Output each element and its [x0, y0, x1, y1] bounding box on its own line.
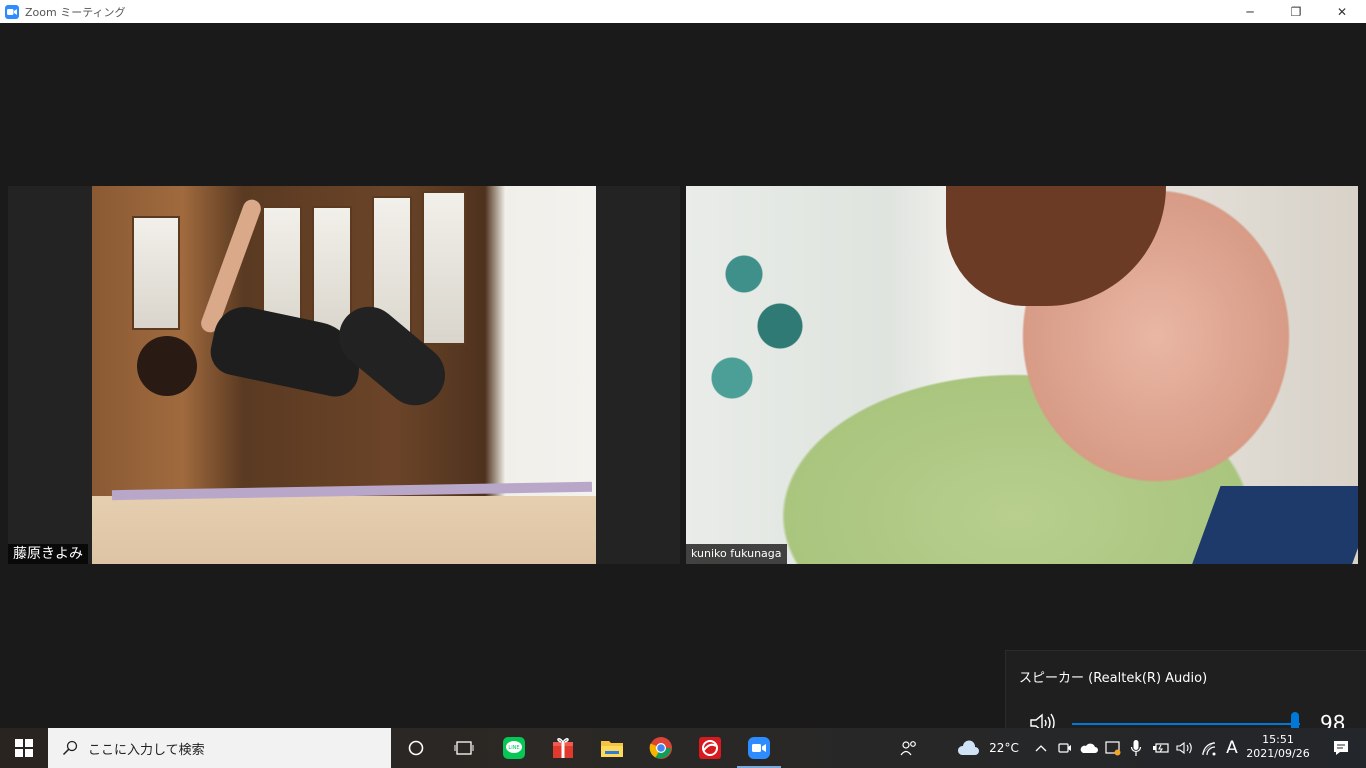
volume-tray-icon[interactable]	[1174, 728, 1196, 768]
wifi-icon[interactable]	[1198, 728, 1220, 768]
file-explorer-icon	[601, 741, 623, 757]
participant-tile[interactable]: kuniko fukunaga	[686, 186, 1358, 564]
yoga-mat	[1191, 486, 1358, 564]
security-tray-icon[interactable]	[1102, 728, 1124, 768]
person-head	[137, 336, 197, 396]
meeting-gallery: 藤原きよみ kuniko fukunaga スピーカー (Realtek(R) …	[0, 23, 1366, 752]
task-view-button[interactable]	[440, 728, 488, 768]
trend-micro-button[interactable]	[686, 728, 734, 768]
chrome-icon	[649, 737, 672, 759]
line-app-button[interactable]: LINE	[490, 728, 538, 768]
zoom-app-icon	[5, 4, 19, 19]
clock-date: 2021/09/26	[1246, 747, 1310, 760]
person-hair	[946, 186, 1166, 306]
line-icon: LINE	[503, 737, 525, 759]
restore-button[interactable]: ❐	[1273, 0, 1319, 23]
battery-icon[interactable]	[1150, 728, 1172, 768]
door-panel	[422, 191, 466, 345]
meet-now-icon[interactable]	[1055, 728, 1075, 768]
chrome-button[interactable]	[637, 728, 685, 768]
onedrive-icon[interactable]	[1078, 728, 1100, 768]
notification-icon	[1334, 741, 1348, 755]
search-placeholder: ここに入力して検索	[88, 742, 205, 758]
microphone-icon[interactable]	[1126, 728, 1146, 768]
door-panel	[132, 216, 180, 330]
ime-indicator[interactable]: A	[1222, 728, 1242, 768]
close-button[interactable]: ✕	[1319, 0, 1365, 23]
participant-tile[interactable]: 藤原きよみ	[8, 186, 680, 564]
audio-device-name[interactable]: スピーカー (Realtek(R) Audio)	[1019, 667, 1207, 686]
participant-name-label: kuniko fukunaga	[686, 544, 787, 564]
trend-micro-icon	[699, 737, 721, 759]
clock-time: 15:51	[1262, 733, 1294, 746]
windows-icon	[15, 739, 33, 757]
svg-text:LINE: LINE	[508, 745, 519, 751]
clock[interactable]: 15:51 2021/09/26	[1240, 728, 1316, 768]
cortana-button[interactable]	[392, 728, 440, 768]
search-box[interactable]: ここに入力して検索	[48, 728, 391, 768]
minimize-button[interactable]: ─	[1227, 0, 1273, 23]
action-center-button[interactable]	[1318, 728, 1364, 768]
taskbar: ここに入力して検索 LINE 22°C A 15:51 2021/09/26	[0, 728, 1366, 768]
title-bar: Zoom ミーティング ─ ❐ ✕	[0, 0, 1366, 23]
task-view-icon	[454, 741, 474, 755]
participant-name-label: 藤原きよみ	[8, 544, 88, 564]
participant-video	[686, 186, 1358, 564]
weather-temperature[interactable]: 22°C	[984, 728, 1024, 768]
volume-slider-track[interactable]	[1072, 723, 1300, 725]
people-icon	[900, 741, 916, 756]
chevron-up-icon[interactable]	[1031, 728, 1051, 768]
cortana-icon	[408, 740, 424, 756]
gift-icon	[553, 738, 573, 758]
weather-button[interactable]	[955, 728, 981, 768]
search-icon	[62, 740, 78, 756]
cloud-icon	[957, 740, 979, 755]
gift-app-button[interactable]	[539, 728, 587, 768]
file-explorer-button[interactable]	[588, 728, 636, 768]
zoom-icon	[748, 737, 770, 759]
zoom-taskbar-button[interactable]	[735, 728, 783, 768]
participant-video	[92, 186, 596, 564]
people-button[interactable]	[898, 728, 920, 768]
window-title: Zoom ミーティング	[25, 5, 126, 19]
plant-wallpaper	[696, 196, 816, 456]
start-button[interactable]	[0, 728, 48, 768]
yoga-mat	[111, 481, 593, 501]
